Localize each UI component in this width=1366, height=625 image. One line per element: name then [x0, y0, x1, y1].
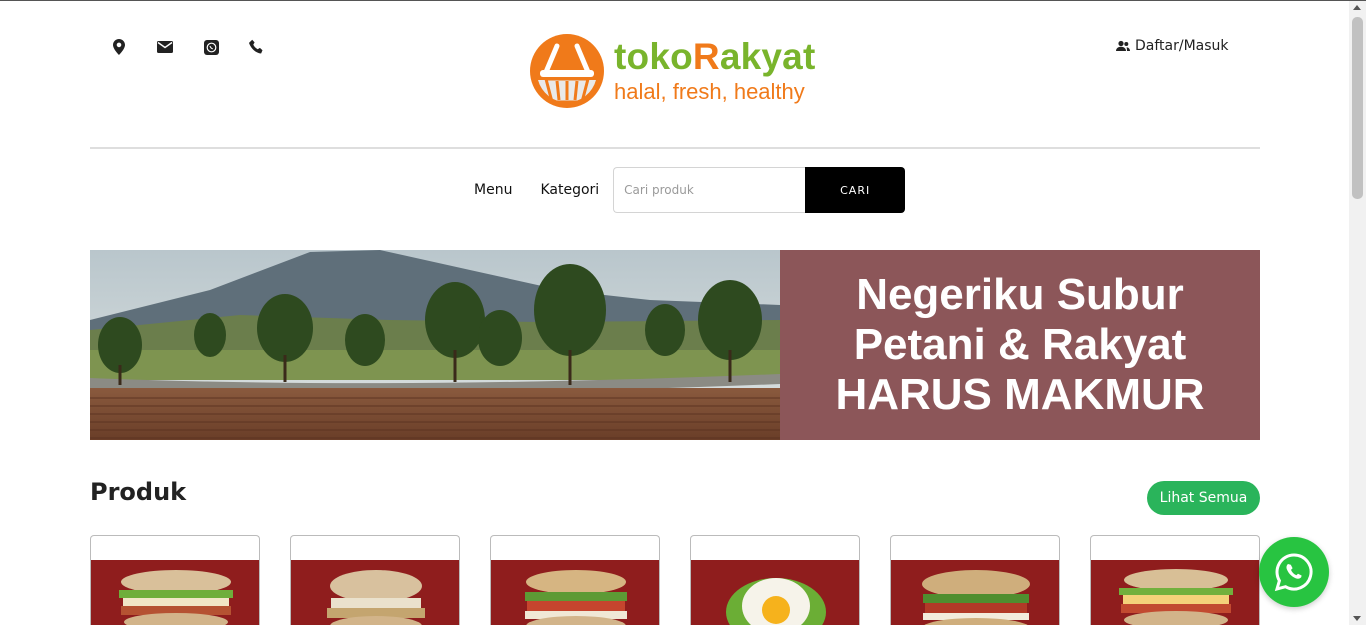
logo-name-part2: R	[692, 36, 720, 77]
burger-image	[922, 570, 1030, 625]
scroll-down-arrow-icon[interactable]	[1353, 616, 1361, 621]
product-list	[90, 535, 1260, 625]
burger-image	[119, 570, 233, 625]
basket-logo-icon	[530, 34, 604, 108]
envelope-icon[interactable]	[156, 38, 174, 56]
product-card[interactable]	[690, 535, 860, 625]
logo-name-part3: akyat	[719, 36, 816, 77]
farm-landscape-image	[90, 250, 780, 440]
whatsapp-icon[interactable]	[202, 38, 220, 56]
burger-image	[327, 570, 425, 625]
search-input[interactable]	[613, 167, 806, 213]
see-all-button[interactable]: Lihat Semua	[1147, 481, 1260, 515]
product-card[interactable]	[1090, 535, 1260, 625]
whatsapp-chat-button[interactable]	[1259, 537, 1329, 607]
top-border	[0, 0, 1366, 1]
search-form: CARI	[613, 167, 906, 213]
contact-icons	[110, 38, 266, 56]
fried-egg-burger-image	[726, 578, 826, 625]
product-card[interactable]	[490, 535, 660, 625]
banner-line-2: Petani & Rakyat	[853, 320, 1187, 369]
products-title: Produk	[90, 478, 187, 506]
logo-name: tokoRakyat	[614, 37, 815, 77]
burger-image	[1119, 569, 1233, 625]
search-button[interactable]: CARI	[805, 167, 906, 213]
scroll-up-arrow-icon[interactable]	[1353, 5, 1361, 10]
scroll-thumb[interactable]	[1352, 17, 1363, 199]
burger-image	[525, 570, 627, 625]
logo-tagline: halal, fresh, healthy	[614, 79, 805, 104]
map-pin-icon[interactable]	[110, 38, 128, 56]
phone-icon[interactable]	[248, 38, 266, 56]
banner-text: Negeriku Subur Petani & Rakyat HARUS MAK…	[780, 250, 1260, 440]
account-label: Daftar/Masuk	[1135, 38, 1229, 54]
nav-category[interactable]: Kategori	[540, 182, 599, 198]
account-link[interactable]: Daftar/Masuk	[1116, 38, 1229, 54]
nav-menu[interactable]: Menu	[474, 182, 512, 198]
vertical-scrollbar[interactable]	[1349, 1, 1366, 625]
banner-line-3: HARUS MAKMUR	[835, 370, 1205, 419]
users-icon	[1116, 40, 1130, 51]
main-nav: Menu Kategori CARI	[474, 167, 906, 213]
hero-banner[interactable]: Negeriku Subur Petani & Rakyat HARUS MAK…	[90, 250, 1260, 440]
logo-name-part1: toko	[614, 36, 693, 77]
logo[interactable]: tokoRakyat halal, fresh, healthy	[530, 34, 815, 108]
whatsapp-icon	[1274, 553, 1313, 592]
product-card[interactable]	[890, 535, 1060, 625]
banner-line-1: Negeriku Subur	[856, 270, 1184, 319]
product-card[interactable]	[290, 535, 460, 625]
header-divider	[90, 147, 1260, 149]
product-card[interactable]	[90, 535, 260, 625]
